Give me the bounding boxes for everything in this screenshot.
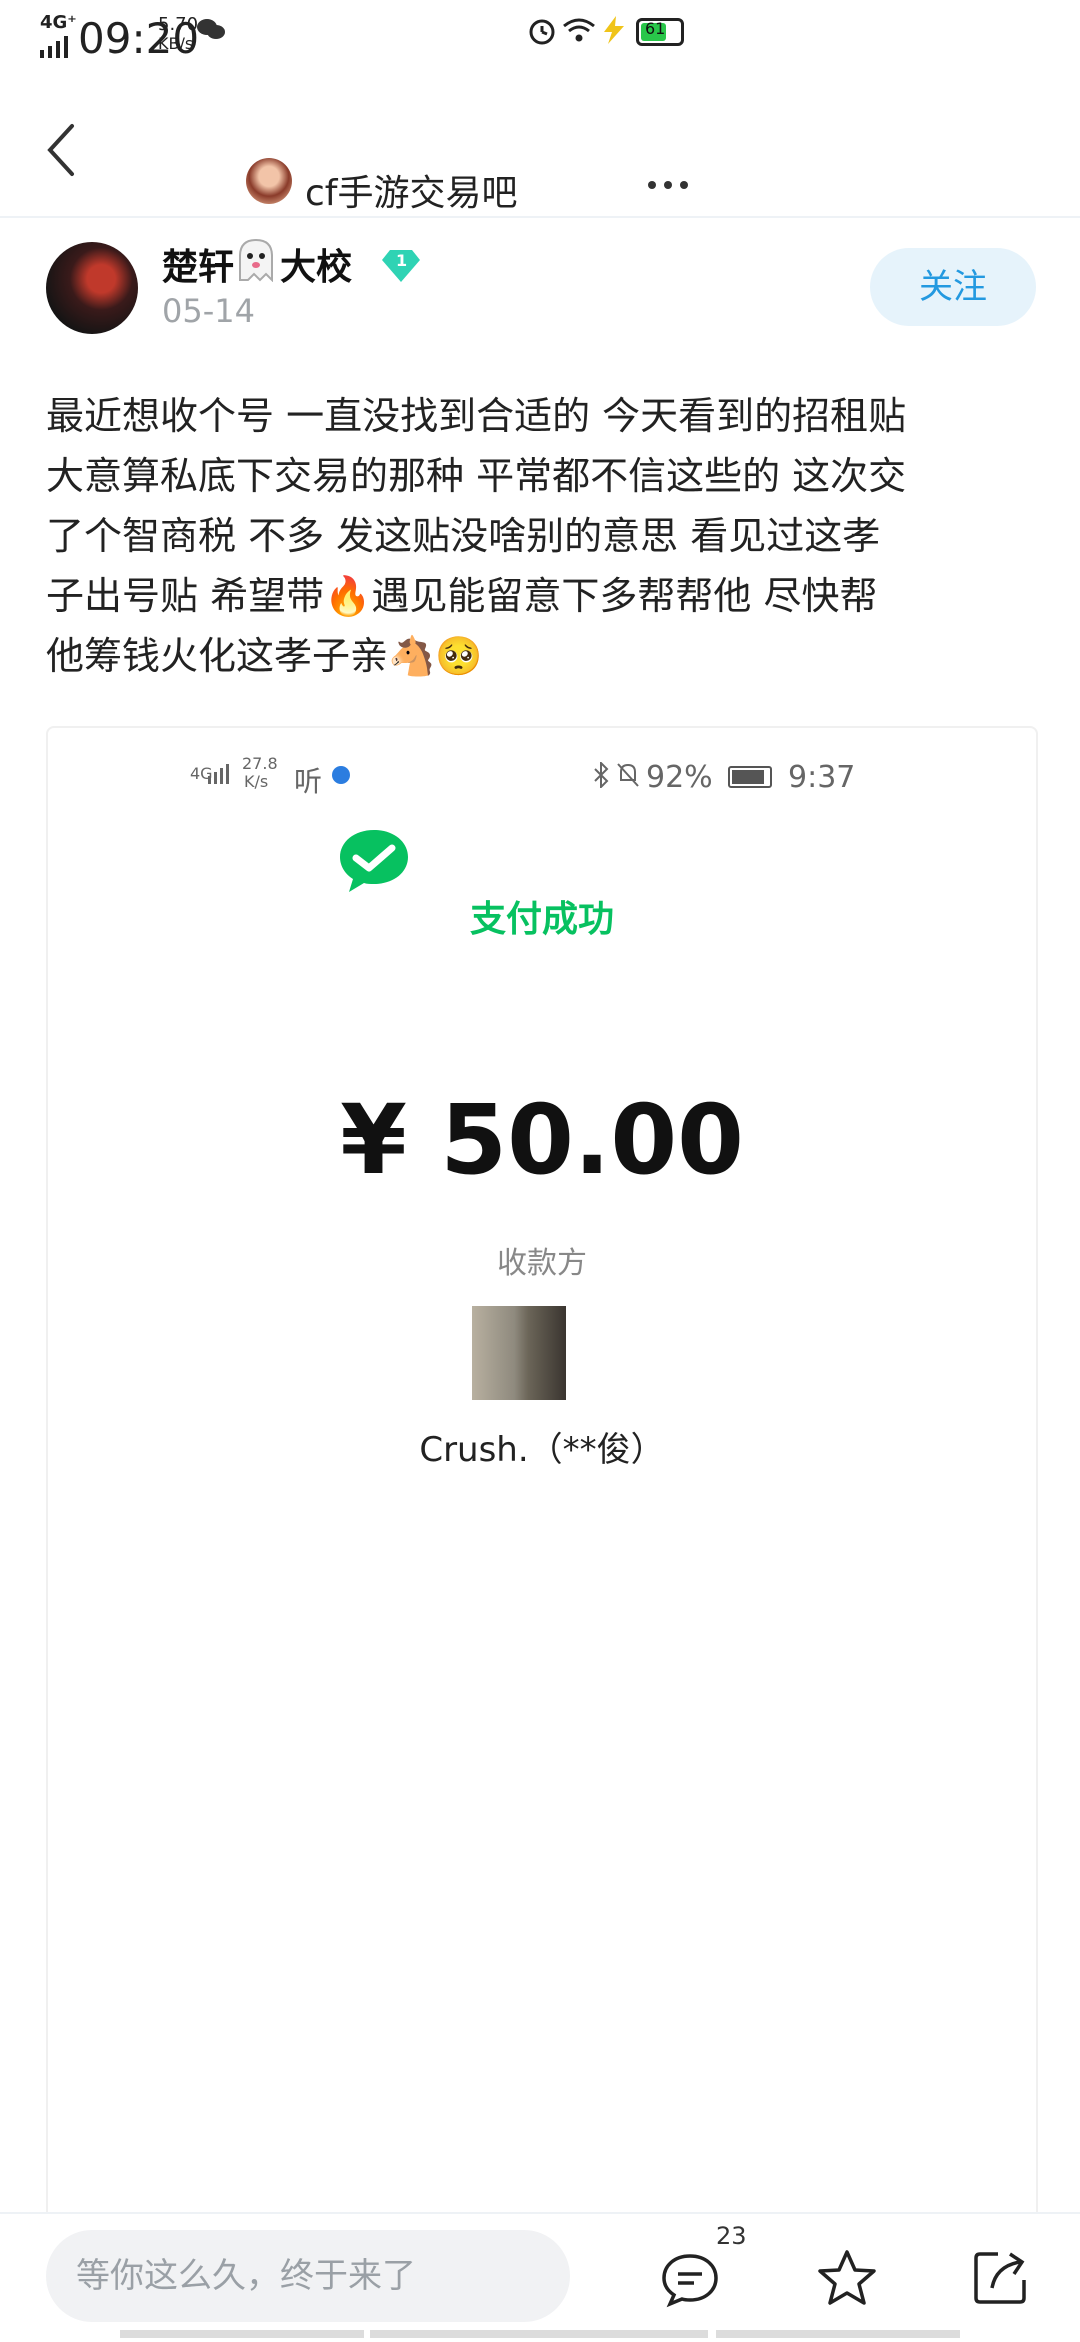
post-line: 子出号贴 希望带🔥遇见能留意下多帮帮他 尽快帮: [46, 574, 878, 618]
payee-label: 收款方: [497, 1246, 587, 1281]
forum-title[interactable]: cf手游交易吧: [305, 164, 517, 216]
payment-success-icon: [338, 828, 410, 898]
wifi-icon: [562, 16, 596, 48]
signal-icon: [40, 36, 70, 62]
inner-app-glyph: 听: [294, 765, 323, 798]
inner-speed-value: 27.8: [242, 754, 278, 773]
bottom-divider: [370, 2330, 708, 2338]
post-line: 他筹钱火化这孝子亲🐴🥺: [46, 634, 483, 678]
level-badge-number: 1: [396, 251, 408, 270]
follow-button[interactable]: 关注: [870, 248, 1036, 326]
author-name-suffix[interactable]: 大校: [280, 238, 352, 290]
bottom-divider: [716, 2330, 960, 2338]
comment-input[interactable]: 等你这么久，终于来了: [46, 2230, 570, 2322]
inner-time: 9:37: [788, 760, 856, 795]
comment-icon[interactable]: [660, 2252, 720, 2312]
alarm-icon: [527, 16, 557, 50]
inner-battery-fill: [732, 770, 764, 784]
inner-app-icon: [332, 766, 350, 784]
ghost-emoji-icon: [236, 238, 276, 286]
inner-speed-unit: K/s: [244, 772, 269, 791]
share-icon[interactable]: [970, 2248, 1030, 2312]
inner-signal-icon: [208, 764, 232, 788]
payment-status: 支付成功: [469, 899, 614, 940]
payment-amount: ¥ 50.00: [340, 1084, 744, 1196]
bottom-decoration: [0, 2330, 1080, 2340]
favorite-star-icon[interactable]: [816, 2248, 878, 2312]
more-options-icon[interactable]: [646, 176, 690, 195]
payee-avatar: [472, 1306, 566, 1400]
battery-percentage: 61: [645, 19, 666, 38]
network-speed: 5.70: [158, 14, 199, 35]
bottom-divider: [120, 2330, 364, 2338]
network-indicator: 4G⁺: [40, 12, 77, 33]
top-bar: cf手游交易吧: [0, 84, 1080, 218]
inner-battery-icon: [728, 766, 772, 788]
charging-bolt-icon: [600, 16, 628, 48]
level-badge: 1: [382, 246, 420, 284]
author-name[interactable]: 楚轩: [162, 238, 234, 290]
post-line: 了个智商税 不多 发这贴没啥别的意思 看见过这孝: [46, 514, 881, 558]
author-avatar[interactable]: [46, 242, 138, 334]
comment-count: 23: [716, 2222, 747, 2250]
battery-icon: 61: [636, 18, 684, 46]
inner-battery-percent: 92%: [646, 760, 713, 795]
post-date: 05-14: [162, 292, 255, 330]
inner-bluetooth-icon: [592, 760, 610, 792]
post-image[interactable]: 4G 27.8 K/s 听 92% 9:37 支付成功 ¥ 50.00 收款方 …: [46, 726, 1038, 2310]
wechat-notification-icon: [196, 16, 226, 46]
payee-name: Crush.（**俊）: [419, 1430, 665, 1470]
post-content: 最近想收个号 一直没找到合适的 今天看到的招租贴 大意算私底下交易的那种 平常都…: [46, 386, 1042, 686]
post-line: 大意算私底下交易的那种 平常都不信这些的 这次交: [46, 454, 907, 498]
forum-avatar[interactable]: [246, 158, 292, 204]
inner-mute-icon: [616, 762, 640, 792]
post-line: 最近想收个号 一直没找到合适的 今天看到的招租贴: [46, 394, 907, 438]
network-speed-unit: KB/s: [158, 34, 194, 53]
status-bar: 4G⁺ 09:20 5.70 KB/s 61: [0, 0, 1080, 84]
back-icon[interactable]: [38, 114, 82, 190]
